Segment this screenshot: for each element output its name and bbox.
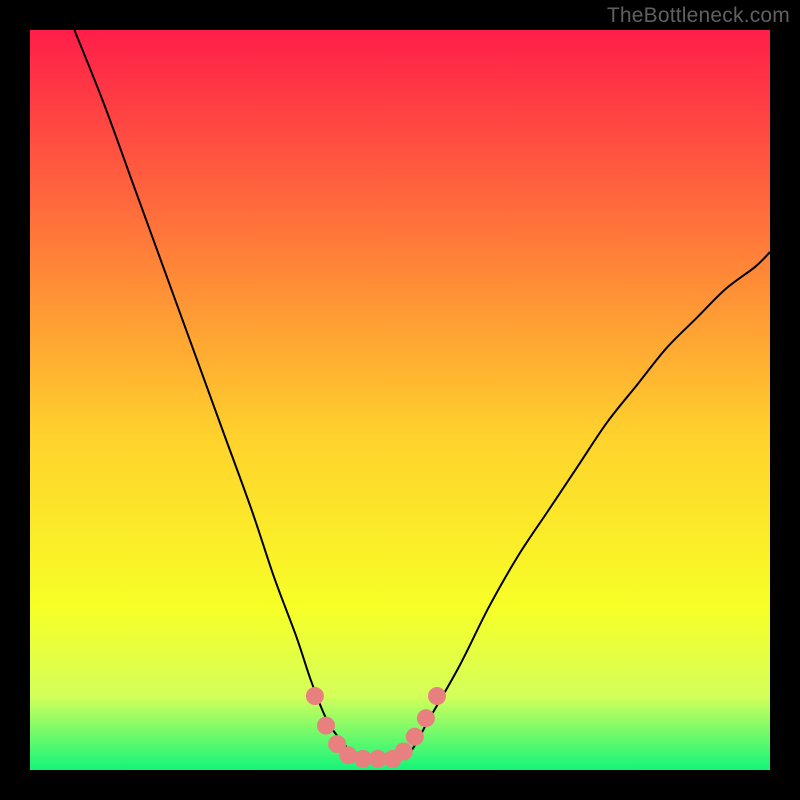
plot-area	[30, 30, 770, 770]
highlight-marker	[406, 728, 424, 746]
watermark-text: TheBottleneck.com	[607, 4, 790, 28]
highlight-marker	[317, 717, 335, 735]
chart-frame: TheBottleneck.com	[0, 0, 800, 800]
highlight-marker	[306, 687, 324, 705]
gradient-background	[30, 30, 770, 770]
plot-svg	[30, 30, 770, 770]
highlight-marker	[428, 687, 446, 705]
highlight-marker	[417, 709, 435, 727]
highlight-marker	[395, 743, 413, 761]
